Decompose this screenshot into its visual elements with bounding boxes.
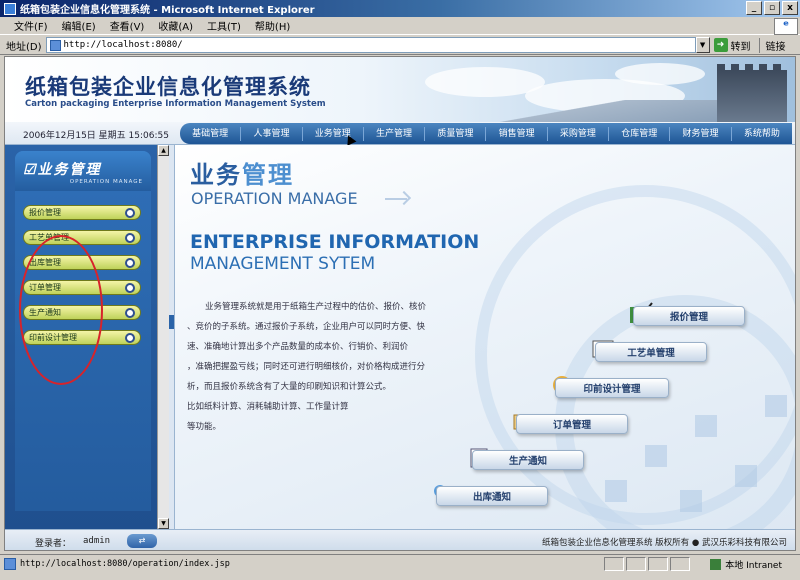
left-sidebar: ☑业务管理 OPERATION MANAGE 报价管理 工艺单管理 出库管理 订… [5, 145, 169, 529]
page-footer: 登录者： admin ⇄ 纸箱包装企业信息化管理系统 版权所有 ● 武汉乐彩科技… [5, 529, 795, 550]
nav-item-help[interactable]: 系统帮助 [732, 127, 792, 141]
status-url: http://localhost:8080/operation/index.js… [20, 558, 230, 569]
sidebar-subtitle: OPERATION MANAGE [69, 179, 143, 185]
main-content: 业务管理 OPERATION MANAGE ENTERPRISE INFORMA… [175, 145, 795, 529]
scroll-up-icon[interactable]: ▲ [158, 145, 169, 156]
go-button[interactable]: ➜ 转到 [713, 38, 751, 53]
radio-dot-icon [125, 258, 135, 268]
menu-help[interactable]: 帮助(H) [255, 18, 290, 33]
menu-bar: 文件(F) 编辑(E) 查看(V) 收藏(A) 工具(T) 帮助(H) [0, 17, 800, 35]
nav-item-warehouse[interactable]: 仓库管理 [609, 126, 671, 141]
nav-strip: 2006年12月15日 星期五 15:06:55 基础管理 人事管理 业务管理 … [5, 122, 795, 145]
main-title-english: OPERATION MANAGE [191, 189, 358, 208]
stair-button-orders[interactable]: 订单管理 [516, 414, 628, 434]
page-icon [49, 39, 61, 51]
address-label: 地址(D) [6, 41, 42, 53]
system-title: 纸箱包装企业信息化管理系统 [25, 74, 311, 99]
close-button[interactable]: x [782, 1, 798, 15]
highlight-circle-annotation [19, 235, 103, 385]
arrow-right-icon [385, 198, 407, 200]
main-title: 业务管理 [190, 161, 294, 189]
links-button[interactable]: 链接 [758, 37, 786, 53]
radio-dot-icon [125, 208, 135, 218]
ie-app-icon [4, 2, 16, 15]
minimize-button[interactable]: _ [746, 1, 762, 15]
stair-button-prepress[interactable]: 印前设计管理 [555, 378, 669, 398]
zone-label: 本地 Intranet [725, 561, 782, 571]
radio-dot-icon [125, 233, 135, 243]
nav-item-hr[interactable]: 人事管理 [241, 126, 303, 141]
mountain-ridge [477, 100, 717, 122]
sidebar-title: ☑业务管理 [23, 162, 102, 178]
page-viewport: 纸箱包装企业信息化管理系统 Carton packaging Enterpris… [4, 56, 796, 551]
status-bar: http://localhost:8080/operation/index.js… [0, 554, 800, 572]
sidebar-scrollbar[interactable]: ▲ ▼ [157, 145, 169, 529]
address-url: http://localhost:8080/ [63, 40, 183, 50]
go-label: 转到 [730, 41, 751, 53]
address-dropdown-icon[interactable]: ▼ [695, 37, 710, 53]
nav-item-finance[interactable]: 财务管理 [670, 126, 732, 141]
stair-button-quote[interactable]: 报价管理 [633, 306, 745, 326]
nav-item-basic[interactable]: 基础管理 [180, 126, 242, 141]
page-status-icon [4, 557, 16, 570]
stair-button-process-sheet[interactable]: 工艺单管理 [595, 342, 707, 362]
window-titlebar: 纸箱包装企业信息化管理系统 - Microsoft Internet Explo… [0, 0, 800, 17]
radio-dot-icon [125, 333, 135, 343]
sidebar-item-quote[interactable]: 报价管理 [23, 205, 141, 220]
login-label: 登录者： [35, 539, 72, 549]
great-wall-image [717, 64, 787, 122]
main-nav: 基础管理 人事管理 业务管理 生产管理 质量管理 销售管理 采购管理 仓库管理 … [180, 123, 792, 144]
menu-view[interactable]: 查看(V) [110, 18, 145, 33]
login-username: admin [83, 536, 111, 546]
status-cells [604, 557, 690, 571]
enterprise-heading-line1: ENTERPRISE INFORMATION [190, 231, 480, 253]
copyright-text: 纸箱包装企业信息化管理系统 版权所有 ● 武汉乐彩科技有限公司 [541, 538, 787, 548]
go-arrow-icon: ➜ [713, 38, 728, 52]
menu-file[interactable]: 文件(F) [14, 18, 48, 33]
address-bar: 地址(D) http://localhost:8080/ ▼ ➜ 转到 链接 [0, 36, 800, 55]
splitter-toggle-icon[interactable] [169, 315, 174, 329]
maximize-button[interactable]: ▫ [764, 1, 780, 15]
security-zone: 本地 Intranet [710, 558, 782, 571]
scroll-down-icon[interactable]: ▼ [158, 518, 169, 529]
menu-favorites[interactable]: 收藏(A) [158, 18, 193, 33]
enterprise-heading-line2: MANAGEMENT SYTEM [190, 254, 376, 274]
address-input[interactable]: http://localhost:8080/ [45, 37, 696, 53]
nav-item-quality[interactable]: 质量管理 [425, 126, 487, 141]
logout-button[interactable]: ⇄ [127, 534, 157, 548]
windows-logo-icon: ᵉ [774, 18, 798, 35]
system-subtitle: Carton packaging Enterprise Information … [25, 99, 326, 109]
module-description: 业务管理系统就是用于纸箱生产过程中的估价、报价、核价 、竞价的子系统。通过报价子… [187, 302, 427, 432]
sidebar-panel: ☑业务管理 OPERATION MANAGE 报价管理 工艺单管理 出库管理 订… [15, 151, 151, 511]
intranet-icon [710, 559, 722, 570]
current-datetime: 2006年12月15日 星期五 15:06:55 [23, 131, 169, 141]
nav-item-sales[interactable]: 销售管理 [486, 126, 548, 141]
sidebar-header: ☑业务管理 OPERATION MANAGE [15, 151, 151, 191]
window-title: 纸箱包装企业信息化管理系统 - Microsoft Internet Explo… [20, 5, 315, 16]
nav-item-production[interactable]: 生产管理 [364, 126, 426, 141]
menu-tools[interactable]: 工具(T) [207, 18, 241, 33]
menu-edit[interactable]: 编辑(E) [62, 18, 96, 33]
sidebar-item-label: 报价管理 [29, 208, 61, 217]
site-header: 纸箱包装企业信息化管理系统 Carton packaging Enterpris… [5, 57, 795, 122]
radio-dot-icon [125, 283, 135, 293]
nav-item-purchase[interactable]: 采购管理 [548, 126, 610, 141]
stair-button-outbound-notice[interactable]: 出库通知 [436, 486, 548, 506]
radio-dot-icon [125, 308, 135, 318]
stair-button-production-notice[interactable]: 生产通知 [472, 450, 584, 470]
